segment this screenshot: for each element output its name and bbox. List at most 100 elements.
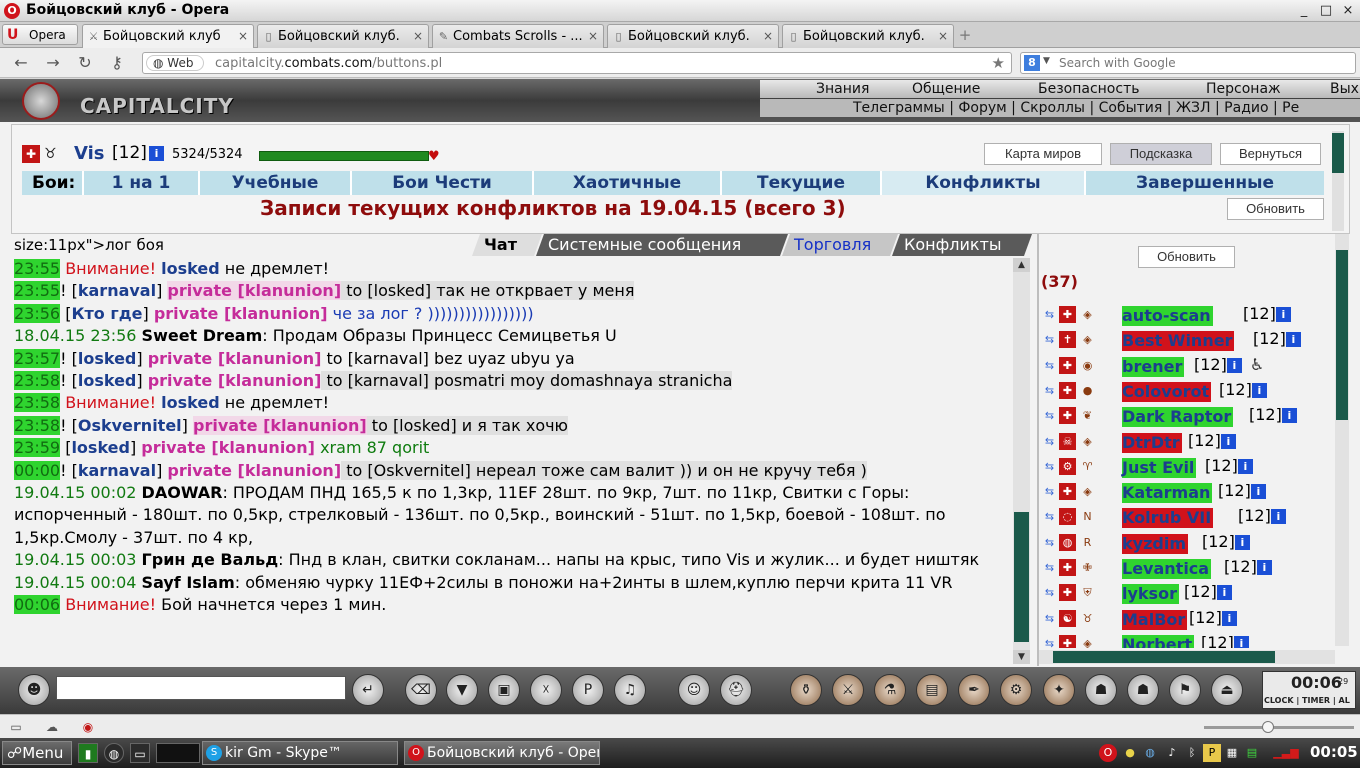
scroll-thumb[interactable] [1336,250,1348,420]
bookmark-star-icon[interactable]: ★ [992,54,1005,72]
chat-nick[interactable]: losked [78,349,137,368]
chat-private[interactable]: private [klanunion] [148,371,322,390]
tab-1[interactable]: ⚔ Бойцовский клуб × [82,24,254,49]
screen-icon[interactable]: ▭ [130,743,150,763]
tab-chat[interactable]: Чат [471,234,543,256]
menu-security[interactable]: Безопасность [1038,80,1139,98]
hint-button[interactable]: Подсказка [1110,143,1212,165]
chat-nick[interactable]: Кто где [71,304,142,323]
user-name[interactable]: brener [1122,357,1185,377]
menu-communication[interactable]: Общение [912,80,980,98]
chat-nick[interactable]: Грин де Вальд [142,550,279,569]
submenu-scrolls[interactable]: Скроллы [1020,100,1085,116]
clan-icon[interactable]: ✚ [1059,306,1076,323]
chat-scrollbar[interactable]: ▲ ▼ [1013,258,1030,664]
bull-icon[interactable]: ♉ [44,145,66,163]
tab-1v1[interactable]: 1 на 1 [82,171,198,195]
chat-private[interactable]: private [klanunion] [167,281,342,301]
info-icon[interactable]: i [1234,535,1250,550]
info-icon[interactable]: i [1220,434,1236,449]
reload-icon[interactable]: ↻ [74,52,96,74]
tab-system-messages[interactable]: Системные сообщения [535,234,789,256]
chat-nick[interactable]: Sweet Dream [142,326,263,345]
tab-4[interactable]: ▯ Бойцовский клуб. × [607,24,779,48]
forward-arrow-icon[interactable]: → [42,52,64,74]
clan-icon[interactable]: ✚ [1059,559,1076,576]
pl-icon[interactable]: P [572,674,604,706]
chat-private[interactable]: private [klanunion] [167,461,341,480]
world-map-button[interactable]: Карта миров [984,143,1102,165]
refresh-button[interactable]: Обновить [1227,198,1324,220]
turbo-icon[interactable]: ◉ [80,719,96,735]
network-icon[interactable]: ◍ [1141,744,1159,762]
group-icon[interactable]: ☗ [1127,674,1159,706]
scroll-thumb[interactable] [1332,133,1344,173]
clan-icon[interactable]: ✚ [1059,407,1076,424]
submenu-events[interactable]: События [1099,100,1163,116]
clan-icon[interactable]: ⚙ [1059,458,1076,475]
tab-close-icon[interactable]: × [588,29,598,43]
tab-trade[interactable]: Торговля [781,234,899,256]
user-name[interactable]: auto-scan [1122,306,1213,326]
chest-icon[interactable]: ▤ [916,674,948,706]
bluetooth-icon[interactable]: ᛒ [1183,744,1201,762]
chat-nick[interactable]: losked [161,393,220,412]
chat-time[interactable]: 23:58 [14,371,61,391]
private-arrow-icon[interactable]: ⇆ [1041,458,1058,475]
potion-icon[interactable]: ⚗ [874,674,906,706]
chat-input[interactable] [56,676,346,700]
info-icon[interactable]: i [1226,358,1242,373]
submenu-more[interactable]: Ре [1282,100,1299,116]
users-scrollbar[interactable] [1335,234,1349,646]
clan-icon[interactable]: ✝ [1059,331,1076,348]
cloud-icon[interactable]: ☁ [44,719,60,735]
clan-icon[interactable]: ◍ [1059,534,1076,551]
p-icon[interactable]: P [1203,744,1221,762]
scroll-thumb[interactable] [1014,512,1029,642]
battery-icon[interactable]: ▤ [1243,744,1261,762]
private-arrow-icon[interactable]: ⇆ [1041,584,1058,601]
chat-nick[interactable]: Sayf Islam [142,573,235,592]
menu-knowledge[interactable]: Знания [816,80,869,98]
chat-time[interactable]: 23:57 [14,348,61,368]
chat-private[interactable]: private [klanunion] [192,415,367,435]
slider-knob[interactable] [1262,721,1274,733]
tab-current[interactable]: Текущие [720,171,880,195]
sound-icon[interactable]: ♫ [614,674,646,706]
private-arrow-icon[interactable]: ⇆ [1041,559,1058,576]
refresh-users-button[interactable]: Обновить [1138,246,1235,268]
chat-nick[interactable]: karnaval [78,281,156,300]
start-menu-button[interactable]: ☍Menu [2,741,72,765]
info-icon[interactable]: i [1270,509,1286,524]
private-arrow-icon[interactable]: ⇆ [1041,407,1058,424]
user-name[interactable]: Katarman [1122,483,1213,503]
chat-time[interactable]: 23:59 [14,438,61,458]
private-arrow-icon[interactable]: ⇆ [1041,433,1058,450]
private-arrow-icon[interactable]: ⇆ [1041,357,1058,374]
clan-icon[interactable]: ✚ [1059,483,1076,500]
private-arrow-icon[interactable]: ⇆ [1041,306,1058,323]
exit-icon[interactable]: ⏏ [1211,674,1243,706]
notes-icon[interactable]: ● [1121,744,1139,762]
address-bar[interactable]: ◍ Web capitalcity.combats.com/buttons.pl… [142,52,1012,74]
menu-exit[interactable]: Вых [1330,80,1359,98]
info-icon[interactable]: i [1285,332,1301,347]
eraser-icon[interactable]: ⌫ [405,674,437,706]
info-icon[interactable]: i [1250,484,1266,499]
user-name[interactable]: Norbert [1122,635,1195,648]
chat-nick[interactable]: losked [71,438,130,457]
info-icon[interactable]: i [1275,307,1291,322]
clock-labels[interactable]: CLOCK | TIMER | AL [1264,696,1350,705]
key-icon[interactable]: ⚷ [106,52,128,74]
info-icon[interactable]: i [149,146,164,161]
chat-time[interactable]: 23:56 [14,303,61,323]
capitalcity-logo[interactable]: CAPITALCITY [18,82,246,122]
panel-scrollbar[interactable] [1332,131,1344,231]
chat-nick[interactable]: karnaval [78,461,156,480]
tab-2[interactable]: ▯ Бойцовский клуб. × [257,24,429,48]
tab-close-icon[interactable]: × [938,29,948,43]
scroll-item-icon[interactable]: ✒ [958,674,990,706]
clan-icon[interactable]: ✚ [1059,357,1076,374]
gear-items-icon[interactable]: ⚙ [1000,674,1032,706]
info-icon[interactable]: i [1221,611,1237,626]
